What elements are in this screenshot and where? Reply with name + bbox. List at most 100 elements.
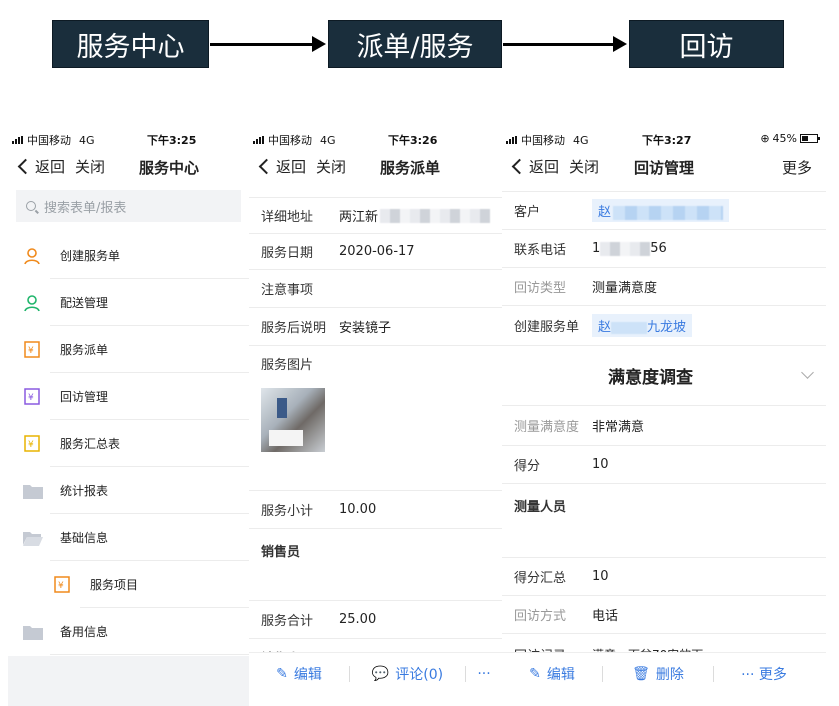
delete-button[interactable]: 🗑 删除 xyxy=(603,664,713,684)
battery-percent: 45% xyxy=(772,132,797,145)
redacted-text xyxy=(611,321,648,334)
back-chevron-icon[interactable] xyxy=(258,158,275,175)
signal-icon xyxy=(253,136,264,144)
search-input[interactable]: 搜索表单/报表 xyxy=(16,190,241,222)
more-button[interactable]: ··· xyxy=(466,666,502,682)
delete-label: 删除 xyxy=(655,666,684,683)
status-bar: 中国移动 4G 下午3:26 xyxy=(249,126,502,150)
close-button[interactable]: 关闭 xyxy=(569,156,599,177)
field-label: 服务图片 xyxy=(261,357,314,373)
yen-form-icon: ¥ xyxy=(22,386,44,408)
back-chevron-icon[interactable] xyxy=(17,158,34,175)
field-label: 回访方式 xyxy=(514,609,567,624)
menu-item-create-service[interactable]: 创建服务单 xyxy=(8,232,249,279)
chevron-down-icon[interactable] xyxy=(801,366,814,379)
phone-prefix: 1 xyxy=(592,241,601,256)
menu-item-backup-info[interactable]: 备用信息 xyxy=(8,608,249,655)
trash-icon: 🗑 xyxy=(632,665,650,682)
menu-item-service-items[interactable]: ¥ 服务项目 xyxy=(8,561,249,608)
satisfaction-survey-section[interactable]: 满意度调查 xyxy=(502,346,826,406)
folder-icon xyxy=(22,621,44,643)
carrier-name: 中国移动 xyxy=(521,134,565,147)
phone-service-center: 中国移动 4G 下午3:25 返回 关闭 服务中心 搜索表单/报表 创建服务单 … xyxy=(8,126,249,706)
nav-bar: 返回 关闭 服务中心 xyxy=(8,150,249,186)
close-button[interactable]: 关闭 xyxy=(75,156,105,177)
comment-button[interactable]: 💬 评论(0) xyxy=(350,664,465,684)
field-value: 两江新 xyxy=(339,210,379,225)
row-score-sum: 得分汇总 10 xyxy=(502,558,826,596)
row-revisit-method: 回访方式 电话 xyxy=(502,596,826,634)
battery-icon xyxy=(800,134,820,143)
menu-item-delivery[interactable]: 配送管理 xyxy=(8,279,249,326)
back-button[interactable]: 返回 xyxy=(529,156,559,177)
close-button[interactable]: 关闭 xyxy=(316,156,346,177)
status-bar: 中国移动 4G 下午3:27 ⊕ 45% xyxy=(502,126,826,150)
signal-icon xyxy=(12,136,23,144)
carrier-name: 中国移动 xyxy=(268,134,312,147)
menu-item-basic-info[interactable]: 基础信息 xyxy=(8,514,249,561)
row-total: 服务合计 25.00 xyxy=(249,601,502,639)
nav-bar: 返回 关闭 服务派单 xyxy=(249,150,502,186)
page-title: 服务中心 xyxy=(139,159,200,177)
svg-text:¥: ¥ xyxy=(58,581,64,591)
edit-button[interactable]: ✎ 编辑 xyxy=(502,664,602,684)
row-after-service: 服务后说明 安装镜子 xyxy=(249,308,502,346)
field-label: 联系电话 xyxy=(514,243,567,258)
back-button[interactable]: 返回 xyxy=(35,156,65,177)
more-label: ··· xyxy=(477,665,491,682)
status-bar: 中国移动 4G 下午3:25 xyxy=(8,126,249,150)
flow-arrow xyxy=(503,36,627,52)
menu-item-label: 回访管理 xyxy=(60,390,109,404)
edit-button[interactable]: ✎ 编辑 xyxy=(249,664,349,684)
nav-bar: 返回 关闭 回访管理 更多 xyxy=(502,150,826,186)
phone-revisit-management: 中国移动 4G 下午3:27 ⊕ 45% 返回 关闭 回访管理 更多 客户 赵 … xyxy=(502,126,826,706)
row-revisit-type: 回访类型 测量满意度 xyxy=(502,268,826,306)
svg-text:¥: ¥ xyxy=(28,440,34,450)
field-label: 客户 xyxy=(514,205,541,220)
menu-item-dispatch[interactable]: ¥ 服务派单 xyxy=(8,326,249,373)
field-label: 服务后说明 xyxy=(261,321,327,336)
menu-item-revisit[interactable]: ¥ 回访管理 xyxy=(8,373,249,420)
page-title: 服务派单 xyxy=(380,159,441,177)
field-value: 2020-06-17 xyxy=(339,244,415,259)
field-label: 回访类型 xyxy=(514,281,567,296)
pencil-icon: ✎ xyxy=(276,665,288,682)
bottom-toolbar: ✎ 编辑 🗑 删除 ··· 更多 xyxy=(502,652,826,694)
back-chevron-icon[interactable] xyxy=(511,158,528,175)
menu-item-label: 配送管理 xyxy=(60,296,109,310)
more-button[interactable]: ··· 更多 xyxy=(714,664,814,684)
field-value: 电话 xyxy=(592,609,619,624)
menu-item-summary[interactable]: ¥ 服务汇总表 xyxy=(8,420,249,467)
field-value: 10.00 xyxy=(339,502,377,517)
network-type: 4G xyxy=(573,133,589,147)
menu-item-stats[interactable]: 统计报表 xyxy=(8,467,249,514)
pencil-icon: ✎ xyxy=(529,665,541,682)
field-value: 安装镜子 xyxy=(339,321,392,336)
row-subtotal: 服务小计 10.00 xyxy=(249,491,502,529)
menu-item-label: 服务派单 xyxy=(60,343,109,357)
row-phone: 联系电话 1 56 xyxy=(502,230,826,268)
field-label: 测量人员 xyxy=(514,500,567,515)
flow-step-revisit: 回访 xyxy=(629,20,784,68)
comment-icon: 💬 xyxy=(371,665,390,682)
field-value: 非常满意 xyxy=(592,420,645,435)
edit-label: 编辑 xyxy=(546,666,575,683)
field-value: 10 xyxy=(592,457,609,472)
status-time: 下午3:27 xyxy=(642,134,692,147)
more-button[interactable]: 更多 xyxy=(782,157,812,178)
service-photo[interactable] xyxy=(261,388,325,452)
menu-item-label: 统计报表 xyxy=(60,484,109,498)
redacted-text xyxy=(613,205,724,220)
folder-open-icon xyxy=(22,527,44,549)
row-images: 服务图片 xyxy=(249,346,502,491)
customer-link[interactable]: 赵 xyxy=(592,199,730,222)
service-order-link[interactable]: 赵 九龙坡 xyxy=(592,314,693,337)
person-icon xyxy=(22,245,44,267)
status-time: 下午3:25 xyxy=(147,134,197,147)
yen-form-icon: ¥ xyxy=(52,574,74,596)
menu-item-label: 备用信息 xyxy=(60,625,109,639)
row-score: 得分 10 xyxy=(502,446,826,484)
field-value: 25.00 xyxy=(339,612,377,627)
back-button[interactable]: 返回 xyxy=(276,156,306,177)
row-customer: 客户 赵 xyxy=(502,192,826,230)
